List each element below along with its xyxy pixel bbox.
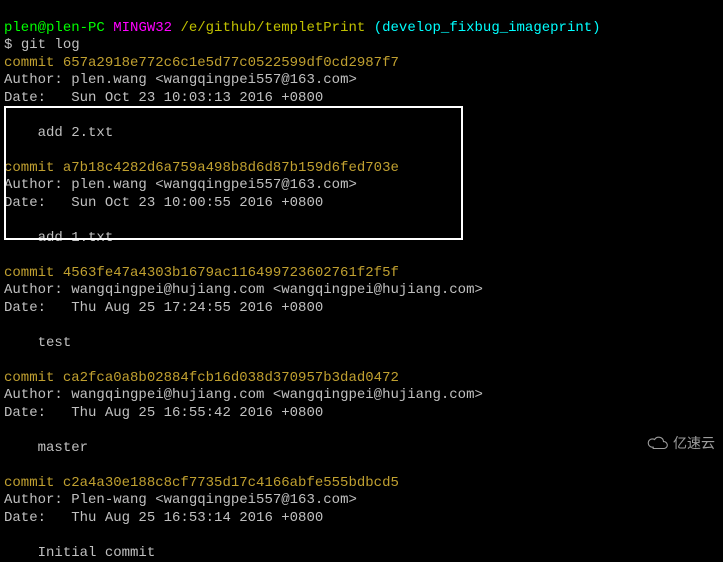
commit-message: Initial commit bbox=[4, 545, 719, 562]
date-line: Date: Thu Aug 25 16:55:42 2016 +0800 bbox=[4, 405, 719, 423]
date-line: Date: Sun Oct 23 10:00:55 2016 +0800 bbox=[4, 195, 719, 213]
command-line[interactable]: $ git log bbox=[4, 37, 719, 55]
commit-line: commit 4563fe47a4303b1679ac1164997236027… bbox=[4, 265, 719, 283]
commit-hash: ca2fca0a8b02884fcb16d038d370957b3dad0472 bbox=[63, 370, 399, 386]
prompt-shell: MINGW32 bbox=[113, 20, 172, 36]
commit-line: commit a7b18c4282d6a759a498b8d6d87b159d6… bbox=[4, 160, 719, 178]
author-line: Author: plen.wang <wangqingpei557@163.co… bbox=[4, 177, 719, 195]
command-text: git log bbox=[21, 37, 80, 53]
author-line: Author: Plen-wang <wangqingpei557@163.co… bbox=[4, 492, 719, 510]
author-line: Author: wangqingpei@hujiang.com <wangqin… bbox=[4, 387, 719, 405]
date-line: Date: Thu Aug 25 16:53:14 2016 +0800 bbox=[4, 510, 719, 528]
commit-hash: 4563fe47a4303b1679ac116499723602761f2f5f bbox=[63, 265, 399, 281]
date-line: Date: Sun Oct 23 10:03:13 2016 +0800 bbox=[4, 90, 719, 108]
commit-message: add 1.txt bbox=[4, 230, 719, 248]
commit-message: master bbox=[4, 440, 719, 458]
date-line: Date: Thu Aug 25 17:24:55 2016 +0800 bbox=[4, 300, 719, 318]
commit-line: commit c2a4a30e188c8cf7735d17c4166abfe55… bbox=[4, 475, 719, 493]
commit-message: add 2.txt bbox=[4, 125, 719, 143]
author-line: Author: wangqingpei@hujiang.com <wangqin… bbox=[4, 282, 719, 300]
commit-line: commit 657a2918e772c6c1e5d77c0522599df0c… bbox=[4, 55, 719, 73]
shell-prompt: plen@plen-PC MINGW32 /e/github/templetPr… bbox=[4, 2, 719, 37]
prompt-path: /e/github/templetPrint bbox=[180, 20, 365, 36]
prompt-host: plen-PC bbox=[46, 20, 105, 36]
commit-hash: c2a4a30e188c8cf7735d17c4166abfe555bdbcd5 bbox=[63, 475, 399, 491]
prompt-user: plen bbox=[4, 20, 38, 36]
commit-line: commit ca2fca0a8b02884fcb16d038d370957b3… bbox=[4, 370, 719, 388]
commit-hash: a7b18c4282d6a759a498b8d6d87b159d6fed703e bbox=[63, 160, 399, 176]
prompt-branch: develop_fixbug_imageprint bbox=[382, 20, 592, 36]
author-line: Author: plen.wang <wangqingpei557@163.co… bbox=[4, 72, 719, 90]
commit-message: test bbox=[4, 335, 719, 353]
commit-hash: 657a2918e772c6c1e5d77c0522599df0cd2987f7 bbox=[63, 55, 399, 71]
